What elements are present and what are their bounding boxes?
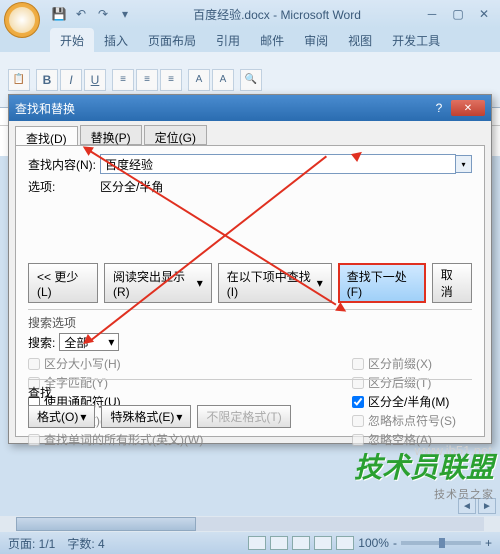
dialog-tabs: 查找(D) 替换(P) 定位(G)	[9, 121, 491, 145]
tab-replace[interactable]: 替换(P)	[80, 125, 142, 145]
find-content-input[interactable]: 百度经验	[100, 154, 456, 174]
reading-highlight-button[interactable]: 阅读突出显示(R)▾	[104, 263, 212, 303]
title-bar: 💾 ↶ ↷ ▾ 百度经验.docx - Microsoft Word ─ ▢ ✕	[0, 0, 500, 28]
view-full-screen[interactable]	[270, 536, 288, 550]
checkbox-label: 区分大小写(H)	[44, 355, 121, 372]
bullets-icon[interactable]: ≡	[112, 69, 134, 91]
status-bar: 页面: 1/1 字数: 4 100% - +	[0, 532, 500, 554]
quick-access-toolbar: 💾 ↶ ↷ ▾	[50, 5, 134, 23]
ribbon-tab-view[interactable]: 视图	[338, 28, 382, 52]
status-page[interactable]: 页面: 1/1	[8, 535, 55, 552]
undo-icon[interactable]: ↶	[72, 5, 90, 23]
options-label: 选项:	[28, 178, 100, 195]
checkbox-input[interactable]	[352, 434, 364, 446]
chevron-down-icon: ▾	[108, 335, 114, 349]
style-icon-2[interactable]: A	[212, 69, 234, 91]
view-print-layout[interactable]	[248, 536, 266, 550]
tab-find[interactable]: 查找(D)	[15, 126, 78, 146]
ribbon-tab-layout[interactable]: 页面布局	[138, 28, 206, 52]
zoom-out-button[interactable]: -	[393, 536, 397, 550]
italic-icon[interactable]: I	[60, 69, 82, 91]
view-web[interactable]	[292, 536, 310, 550]
view-outline[interactable]	[314, 536, 332, 550]
dialog-help-button[interactable]: ?	[429, 100, 449, 116]
less-button[interactable]: << 更少(L)	[28, 263, 98, 303]
find-content-label: 查找内容(N):	[28, 156, 100, 173]
style-icon[interactable]: A	[188, 69, 210, 91]
redo-icon[interactable]: ↷	[94, 5, 112, 23]
maximize-button[interactable]: ▢	[446, 5, 470, 23]
numbering-icon[interactable]: ≡	[136, 69, 158, 91]
chevron-down-icon: ▾	[317, 276, 323, 290]
search-direction-label: 搜索:	[28, 334, 55, 351]
ribbon-tab-home[interactable]: 开始	[50, 28, 94, 52]
dialog-title-bar[interactable]: 查找和替换 ? ✕	[9, 95, 491, 121]
ribbon-tab-developer[interactable]: 开发工具	[382, 28, 450, 52]
save-icon[interactable]: 💾	[50, 5, 68, 23]
find-replace-dialog: 查找和替换 ? ✕ 查找(D) 替换(P) 定位(G) 查找内容(N): 百度经…	[8, 94, 492, 444]
horizontal-scrollbar[interactable]	[0, 516, 500, 532]
ribbon-tab-review[interactable]: 审阅	[294, 28, 338, 52]
ribbon-tab-insert[interactable]: 插入	[94, 28, 138, 52]
chevron-down-icon: ▾	[80, 410, 86, 424]
cancel-button[interactable]: 取消	[432, 263, 472, 303]
checkbox-label: 查找单词的所有形式(英文)(W)	[44, 431, 203, 448]
find-section-header: 查找	[28, 379, 472, 401]
paste-icon[interactable]: 📋	[8, 69, 30, 91]
minimize-button[interactable]: ─	[420, 5, 444, 23]
zoom-level[interactable]: 100%	[358, 536, 389, 550]
find-in-button[interactable]: 在以下项中查找(I)▾	[218, 263, 332, 303]
ribbon-tabs: 开始 插入 页面布局 引用 邮件 审阅 视图 开发工具	[0, 28, 500, 52]
find-history-dropdown[interactable]: ▾	[456, 155, 472, 173]
find-icon[interactable]: 🔍	[240, 69, 262, 91]
scrollbar-thumb[interactable]	[16, 517, 196, 531]
bold-icon[interactable]: B	[36, 69, 58, 91]
find-next-button[interactable]: 查找下一处(F)	[338, 263, 426, 303]
format-button[interactable]: 格式(O)▾	[28, 405, 95, 428]
checkbox-option[interactable]: 区分大小写(H)	[28, 355, 352, 372]
checkbox-input[interactable]	[28, 434, 40, 446]
underline-icon[interactable]: U	[84, 69, 106, 91]
zoom-slider[interactable]	[401, 541, 481, 545]
watermark: 技术员联盟 技术员之家	[354, 446, 494, 502]
checkbox-option[interactable]: 区分前缀(X)	[352, 355, 472, 372]
chevron-down-icon: ▾	[197, 276, 203, 290]
ribbon-tab-references[interactable]: 引用	[206, 28, 250, 52]
close-window-button[interactable]: ✕	[472, 5, 496, 23]
special-format-button[interactable]: 特殊格式(E)▾	[101, 405, 191, 428]
status-words[interactable]: 字数: 4	[67, 535, 104, 552]
qat-dropdown-icon[interactable]: ▾	[116, 5, 134, 23]
dialog-title: 查找和替换	[15, 100, 429, 117]
checkbox-input[interactable]	[352, 358, 364, 370]
checkbox-label: 区分前缀(X)	[368, 355, 432, 372]
dialog-close-button[interactable]: ✕	[451, 100, 485, 116]
search-options-header: 搜索选项	[28, 309, 472, 331]
view-draft[interactable]	[336, 536, 354, 550]
align-icon[interactable]: ≡	[160, 69, 182, 91]
office-button[interactable]	[4, 2, 40, 38]
checkbox-input[interactable]	[28, 358, 40, 370]
tab-goto[interactable]: 定位(G)	[144, 125, 207, 145]
zoom-in-button[interactable]: +	[485, 536, 492, 550]
checkbox-option[interactable]: 查找单词的所有形式(英文)(W)	[28, 431, 352, 448]
window-title: 百度经验.docx - Microsoft Word	[134, 6, 420, 23]
ribbon-tab-mailings[interactable]: 邮件	[250, 28, 294, 52]
no-format-button[interactable]: 不限定格式(T)	[197, 405, 290, 428]
chevron-down-icon: ▾	[176, 410, 182, 424]
